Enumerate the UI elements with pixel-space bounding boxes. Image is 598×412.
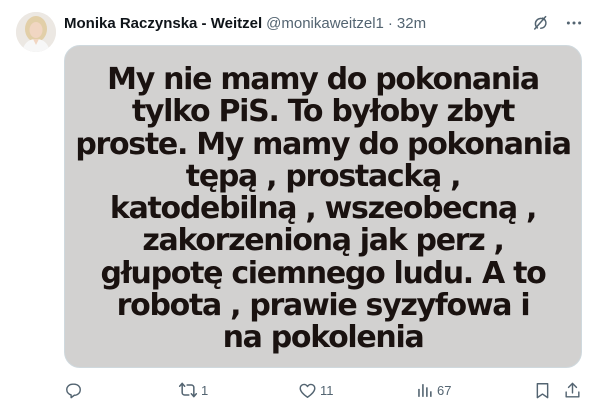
action-bar: 1 11 67 xyxy=(64,378,582,402)
image-text-line: robota , prawie syzyfowa i xyxy=(116,288,531,324)
image-text-line: tępą , prostacką , xyxy=(185,158,462,194)
author-handle[interactable]: @monikaweitzel1 xyxy=(266,15,384,32)
image-text-line: głupotę ciemnego ludu. A to xyxy=(100,255,547,291)
views-icon xyxy=(415,381,434,400)
like-icon xyxy=(298,381,317,400)
author-name[interactable]: Monika Raczynska - Weitzel xyxy=(64,15,262,32)
tweet[interactable]: Monika Raczynska - Weitzel @monikaweitze… xyxy=(0,0,598,412)
header-icons xyxy=(530,12,584,34)
tweet-header: Monika Raczynska - Weitzel @monikaweitze… xyxy=(64,12,584,34)
like-button[interactable]: 11 xyxy=(298,378,334,402)
image-text: My nie mamy do pokonania tylko PiS. To b… xyxy=(65,62,581,356)
share-icon xyxy=(563,381,582,400)
grok-icon[interactable] xyxy=(530,13,550,33)
bookmark-button[interactable] xyxy=(533,378,552,402)
image-text-line: My nie mamy do pokonania xyxy=(107,62,540,97)
views-button[interactable]: 67 xyxy=(415,378,451,402)
share-button[interactable] xyxy=(563,378,582,402)
bookmark-icon xyxy=(533,381,552,400)
avatar[interactable] xyxy=(16,12,56,52)
repost-button[interactable]: 1 xyxy=(178,378,208,402)
more-icon[interactable] xyxy=(564,13,584,33)
image-text-line: na pokolenia xyxy=(222,320,425,356)
like-count: 11 xyxy=(320,382,334,398)
repost-count: 1 xyxy=(201,382,209,398)
views-count: 67 xyxy=(437,382,452,398)
timestamp[interactable]: 32m xyxy=(397,15,426,32)
image-text-line: proste. My mamy do pokonania xyxy=(75,126,572,162)
reply-button[interactable] xyxy=(64,378,86,402)
image-text-line: tylko PiS. To byłoby zbyt xyxy=(131,94,516,130)
tweet-image[interactable]: My nie mamy do pokonania tylko PiS. To b… xyxy=(64,45,582,368)
reply-icon xyxy=(64,381,83,400)
image-text-line: katodebilną , wszeobecną , xyxy=(109,191,537,227)
repost-icon xyxy=(178,380,198,400)
separator-dot: · xyxy=(387,14,393,32)
image-text-line: zakorzenioną jak perz , xyxy=(142,223,505,259)
